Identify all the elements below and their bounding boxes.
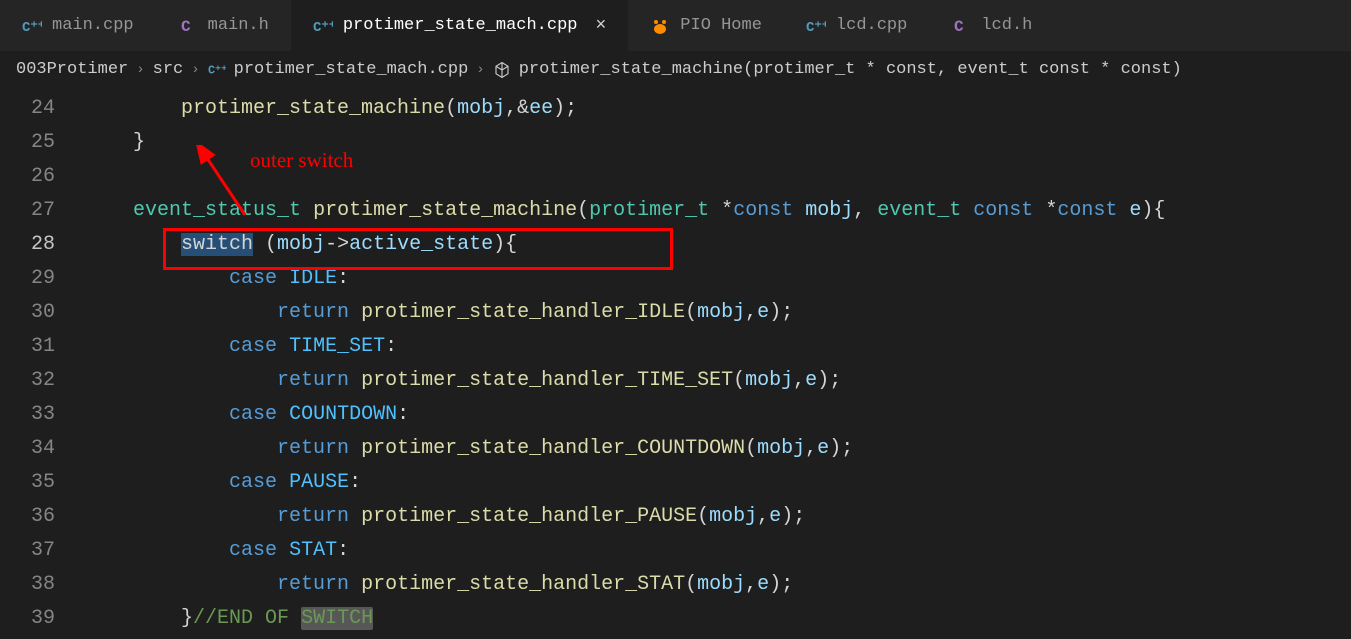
code-content: case COUNTDOWN: xyxy=(85,403,409,426)
code-editor[interactable]: 24 protimer_state_machine(mobj,&ee); 25 … xyxy=(0,87,1351,639)
code-line: 28 switch (mobj->active_state){ xyxy=(0,227,1351,261)
code-line: 37 case STAT: xyxy=(0,533,1351,567)
cube-icon xyxy=(493,61,511,79)
code-content: return protimer_state_handler_STAT(mobj,… xyxy=(85,573,793,596)
svg-text:C⁺⁺: C⁺⁺ xyxy=(208,63,226,77)
code-line: 24 protimer_state_machine(mobj,&ee); xyxy=(0,91,1351,125)
tab-label: lcd.h xyxy=(981,16,1032,35)
code-content: return protimer_state_handler_PAUSE(mobj… xyxy=(85,505,805,528)
code-line: 31 case TIME_SET: xyxy=(0,329,1351,363)
line-number: 34 xyxy=(0,437,85,460)
close-icon[interactable]: × xyxy=(595,16,606,36)
tab-label: main.h xyxy=(208,16,269,35)
breadcrumb-symbol[interactable]: protimer_state_machine(protimer_t * cons… xyxy=(519,60,1182,79)
code-line: 32 return protimer_state_handler_TIME_SE… xyxy=(0,363,1351,397)
tab-label: lcd.cpp xyxy=(836,16,907,35)
line-number: 32 xyxy=(0,369,85,392)
chevron-right-icon: › xyxy=(136,62,144,78)
line-number: 30 xyxy=(0,301,85,324)
code-content: case STAT: xyxy=(85,539,349,562)
line-number: 33 xyxy=(0,403,85,426)
tab-protimer-state-mach-cpp[interactable]: C⁺⁺ protimer_state_mach.cpp × xyxy=(291,0,628,51)
line-number: 37 xyxy=(0,539,85,562)
line-number: 38 xyxy=(0,573,85,596)
line-number: 39 xyxy=(0,607,85,630)
breadcrumb-file[interactable]: protimer_state_mach.cpp xyxy=(234,60,469,79)
code-line: 25 } xyxy=(0,125,1351,159)
code-content: case IDLE: xyxy=(85,267,349,290)
code-line: 33 case COUNTDOWN: xyxy=(0,397,1351,431)
code-content: return protimer_state_handler_COUNTDOWN(… xyxy=(85,437,853,460)
code-content: }//END OF SWITCH xyxy=(85,607,373,630)
line-number: 25 xyxy=(0,131,85,154)
tab-main-cpp[interactable]: C⁺⁺ main.cpp xyxy=(0,0,156,51)
code-line: 26 xyxy=(0,159,1351,193)
code-content: case TIME_SET: xyxy=(85,335,397,358)
line-number: 26 xyxy=(0,165,85,188)
breadcrumb: 003Protimer › src › C⁺⁺ protimer_state_m… xyxy=(0,52,1351,87)
code-line: 29 case IDLE: xyxy=(0,261,1351,295)
code-line: 35 case PAUSE: xyxy=(0,465,1351,499)
line-number: 29 xyxy=(0,267,85,290)
tab-pio-home[interactable]: PIO Home xyxy=(628,0,784,51)
cpp-icon: C⁺⁺ xyxy=(806,16,826,36)
breadcrumb-project[interactable]: 003Protimer xyxy=(16,60,128,79)
code-line: 39 }//END OF SWITCH xyxy=(0,601,1351,635)
line-number: 36 xyxy=(0,505,85,528)
h-icon: C xyxy=(178,16,198,36)
chevron-right-icon: › xyxy=(191,62,199,78)
line-number: 27 xyxy=(0,199,85,222)
code-content: return protimer_state_handler_TIME_SET(m… xyxy=(85,369,841,392)
cpp-icon: C⁺⁺ xyxy=(313,16,333,36)
tab-lcd-cpp[interactable]: C⁺⁺ lcd.cpp xyxy=(784,0,929,51)
code-content: return protimer_state_handler_IDLE(mobj,… xyxy=(85,301,793,324)
line-number: 35 xyxy=(0,471,85,494)
chevron-right-icon: › xyxy=(476,62,484,78)
tab-label: protimer_state_mach.cpp xyxy=(343,16,578,35)
tab-label: main.cpp xyxy=(52,16,134,35)
cpp-icon: C⁺⁺ xyxy=(22,16,42,36)
tab-main-h[interactable]: C main.h xyxy=(156,0,291,51)
svg-text:C: C xyxy=(181,18,191,36)
code-content: } xyxy=(85,131,145,154)
svg-text:C⁺⁺: C⁺⁺ xyxy=(806,20,826,36)
code-content: event_status_t protimer_state_machine(pr… xyxy=(85,199,1165,222)
code-line: 34 return protimer_state_handler_COUNTDO… xyxy=(0,431,1351,465)
cpp-icon: C⁺⁺ xyxy=(208,61,226,79)
tab-bar: C⁺⁺ main.cpp C main.h C⁺⁺ protimer_state… xyxy=(0,0,1351,52)
code-line: 27 event_status_t protimer_state_machine… xyxy=(0,193,1351,227)
line-number: 28 xyxy=(0,233,85,256)
tab-label: PIO Home xyxy=(680,16,762,35)
code-content: switch (mobj->active_state){ xyxy=(85,233,517,256)
breadcrumb-folder[interactable]: src xyxy=(153,60,184,79)
code-content: case PAUSE: xyxy=(85,471,361,494)
line-number: 24 xyxy=(0,97,85,120)
line-number: 31 xyxy=(0,335,85,358)
code-line: 38 return protimer_state_handler_STAT(mo… xyxy=(0,567,1351,601)
tab-lcd-h[interactable]: C lcd.h xyxy=(929,0,1054,51)
pio-icon xyxy=(650,16,670,36)
svg-text:C⁺⁺: C⁺⁺ xyxy=(313,20,333,36)
code-line: 30 return protimer_state_handler_IDLE(mo… xyxy=(0,295,1351,329)
h-icon: C xyxy=(951,16,971,36)
svg-text:C⁺⁺: C⁺⁺ xyxy=(22,20,42,36)
svg-text:C: C xyxy=(954,18,964,36)
code-content: protimer_state_machine(mobj,&ee); xyxy=(85,97,577,120)
code-line: 36 return protimer_state_handler_PAUSE(m… xyxy=(0,499,1351,533)
